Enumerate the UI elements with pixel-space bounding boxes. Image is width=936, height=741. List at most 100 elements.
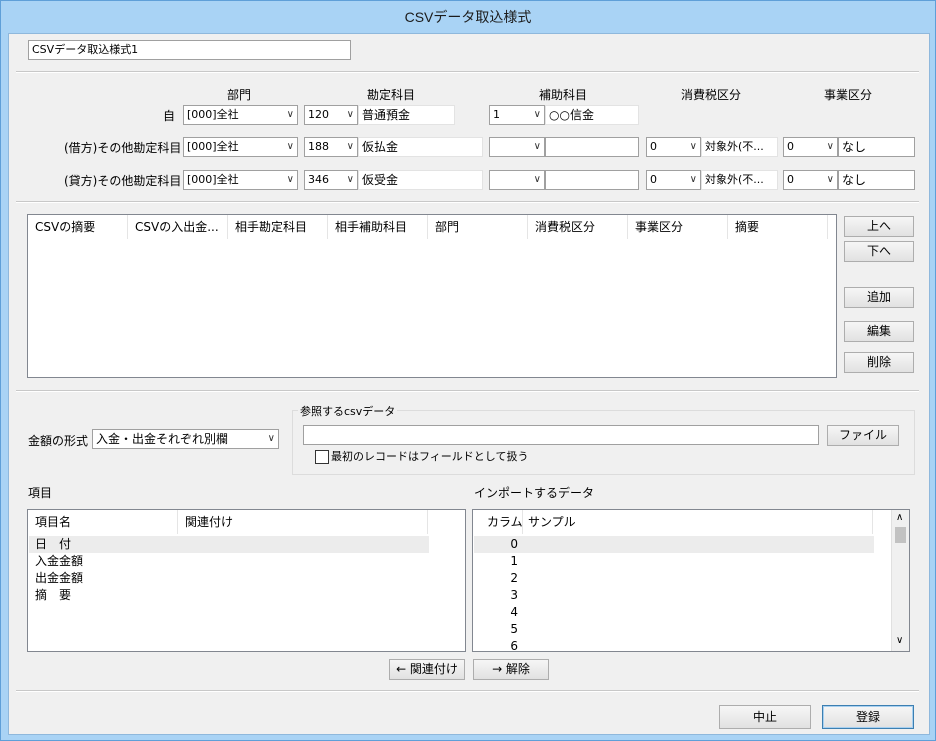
import-selected-row-highlight [474,536,874,553]
row-from-dept-select[interactable]: [000]全社 ∨ [183,105,298,125]
row-credit-business-code: 0 [787,173,794,186]
separator-lower [16,390,919,392]
chevron-down-icon: ∨ [286,141,294,152]
first-record-label: 最初のレコードはフィールドとして扱う [331,450,529,463]
row-debit-business-select[interactable]: 0 ∨ [783,137,838,157]
row-from-sub-code-select[interactable]: 1 ∨ [489,105,545,125]
row-debit-sub-name[interactable] [545,137,639,157]
list-item[interactable]: 2 [473,570,518,587]
row-credit-account-code: 346 [308,173,329,186]
chevron-down-icon: ∨ [826,141,834,152]
row-credit-sub-code-select[interactable]: ∨ [489,170,545,190]
chevron-down-icon: ∨ [286,174,294,185]
mapping-col-summary[interactable]: 摘要 [728,215,828,239]
csv-file-path-input[interactable] [303,425,819,445]
dialog-client-area: CSVデータ取込様式1 部門 勘定科目 補助科目 消費税区分 事業区分 自 [0… [8,33,930,735]
items-selected-row-highlight [29,536,429,553]
scroll-up-icon[interactable]: ∧ [896,512,903,523]
row-debit-business-code: 0 [787,140,794,153]
dialog-window: CSVデータ取込様式 CSVデータ取込様式1 部門 勘定科目 補助科目 消費税区… [0,0,936,741]
row-debit-tax-select[interactable]: 0 ∨ [646,137,701,157]
row-from-account-code-select[interactable]: 120 ∨ [304,105,358,125]
chevron-down-icon: ∨ [346,174,354,185]
chevron-down-icon: ∨ [826,174,834,185]
row-credit-tax-code: 0 [650,173,657,186]
separator-mid [16,201,919,203]
row-credit-tax-select[interactable]: 0 ∨ [646,170,701,190]
row-from-dept-value: [000]全社 [187,108,239,121]
mapping-col-counter-sub[interactable]: 相手補助科目 [328,215,428,239]
list-item[interactable]: 5 [473,621,518,638]
header-account: 勘定科目 [367,88,416,102]
row-debit-account-name: 仮払金 [358,137,483,157]
register-button[interactable]: 登録 [822,705,914,729]
amount-format-value: 入金・出金それぞれ別欄 [96,432,229,446]
import-data-list[interactable]: カラム サンプル 0 1 2 3 4 5 6 ∧ ∨ [472,509,910,652]
chevron-down-icon: ∨ [689,174,697,185]
header-sub-account: 補助科目 [539,88,588,102]
chevron-down-icon: ∨ [689,141,697,152]
items-list[interactable]: 項目名 関連付け 日 付 入金金額 出金金額 摘 要 [27,509,466,652]
row-from-sub-code: 1 [493,108,500,121]
file-button[interactable]: ファイル [827,425,899,446]
row-credit-dept-select[interactable]: [000]全社 ∨ [183,170,298,190]
row-debit-dept-select[interactable]: [000]全社 ∨ [183,137,298,157]
scroll-down-icon[interactable]: ∨ [896,635,903,646]
list-item[interactable]: 日 付 [35,536,71,553]
row-from-account-name: 普通預金 [358,105,455,125]
row-credit-business-select[interactable]: 0 ∨ [783,170,838,190]
import-col-column[interactable]: カラム [473,510,523,534]
chevron-down-icon: ∨ [286,109,294,120]
mapping-col-counter-account[interactable]: 相手勘定科目 [228,215,328,239]
row-credit-account-code-select[interactable]: 346 ∨ [304,170,358,190]
vertical-scrollbar[interactable]: ∧ ∨ [891,510,909,651]
row-credit-tax-name: 対象外(不... [701,170,778,190]
cancel-button[interactable]: 中止 [719,705,811,729]
row-debit-dept-value: [000]全社 [187,140,239,153]
row-from-sub-name: ○○信金 [545,105,639,125]
add-button[interactable]: 追加 [844,287,914,308]
delete-button[interactable]: 削除 [844,352,914,373]
row-debit-account-code-select[interactable]: 188 ∨ [304,137,358,157]
items-col-name[interactable]: 項目名 [28,510,178,534]
row-debit-label: (借方)その他勘定科目 [64,141,182,155]
list-item[interactable]: 4 [473,604,518,621]
mapping-col-csv-summary[interactable]: CSVの摘要 [28,215,128,239]
list-item[interactable]: 入金金額 [35,553,83,570]
mapping-col-business[interactable]: 事業区分 [628,215,728,239]
edit-button[interactable]: 編集 [844,321,914,342]
separator-bottom [16,690,919,692]
move-down-button[interactable]: 下へ [844,241,914,262]
scrollbar-thumb[interactable] [895,527,906,543]
list-item[interactable]: 1 [473,553,518,570]
header-business: 事業区分 [824,88,873,102]
link-button[interactable]: ← 関連付け [389,659,465,680]
move-up-button[interactable]: 上へ [844,216,914,237]
row-credit-account-name: 仮受金 [358,170,483,190]
csv-reference-group-title: 参照するcsvデータ [298,403,398,419]
mapping-col-dept[interactable]: 部門 [428,215,528,239]
chevron-down-icon: ∨ [533,174,541,185]
items-title: 項目 [28,486,53,500]
import-col-sample[interactable]: サンプル [523,510,873,534]
row-debit-sub-code-select[interactable]: ∨ [489,137,545,157]
format-name-input[interactable]: CSVデータ取込様式1 [28,40,351,60]
amount-format-select[interactable]: 入金・出金それぞれ別欄 ∨ [92,429,279,449]
mapping-col-tax[interactable]: 消費税区分 [528,215,628,239]
list-item[interactable]: 摘 要 [35,587,71,604]
chevron-down-icon: ∨ [346,109,354,120]
items-col-link[interactable]: 関連付け [178,510,428,534]
list-item[interactable]: 3 [473,587,518,604]
list-item[interactable]: 6 [473,638,518,651]
row-credit-sub-name[interactable] [545,170,639,190]
mapping-list[interactable]: CSVの摘要 CSVの入出金... 相手勘定科目 相手補助科目 部門 消費税区分… [27,214,837,378]
list-item[interactable]: 0 [473,536,518,553]
row-credit-dept-value: [000]全社 [187,173,239,186]
header-dept: 部門 [227,88,252,102]
chevron-down-icon: ∨ [533,141,541,152]
unlink-button[interactable]: → 解除 [473,659,549,680]
mapping-col-csv-inout[interactable]: CSVの入出金... [128,215,228,239]
list-item[interactable]: 出金金額 [35,570,83,587]
row-debit-business-name: なし [838,137,915,157]
first-record-checkbox[interactable] [315,450,329,464]
